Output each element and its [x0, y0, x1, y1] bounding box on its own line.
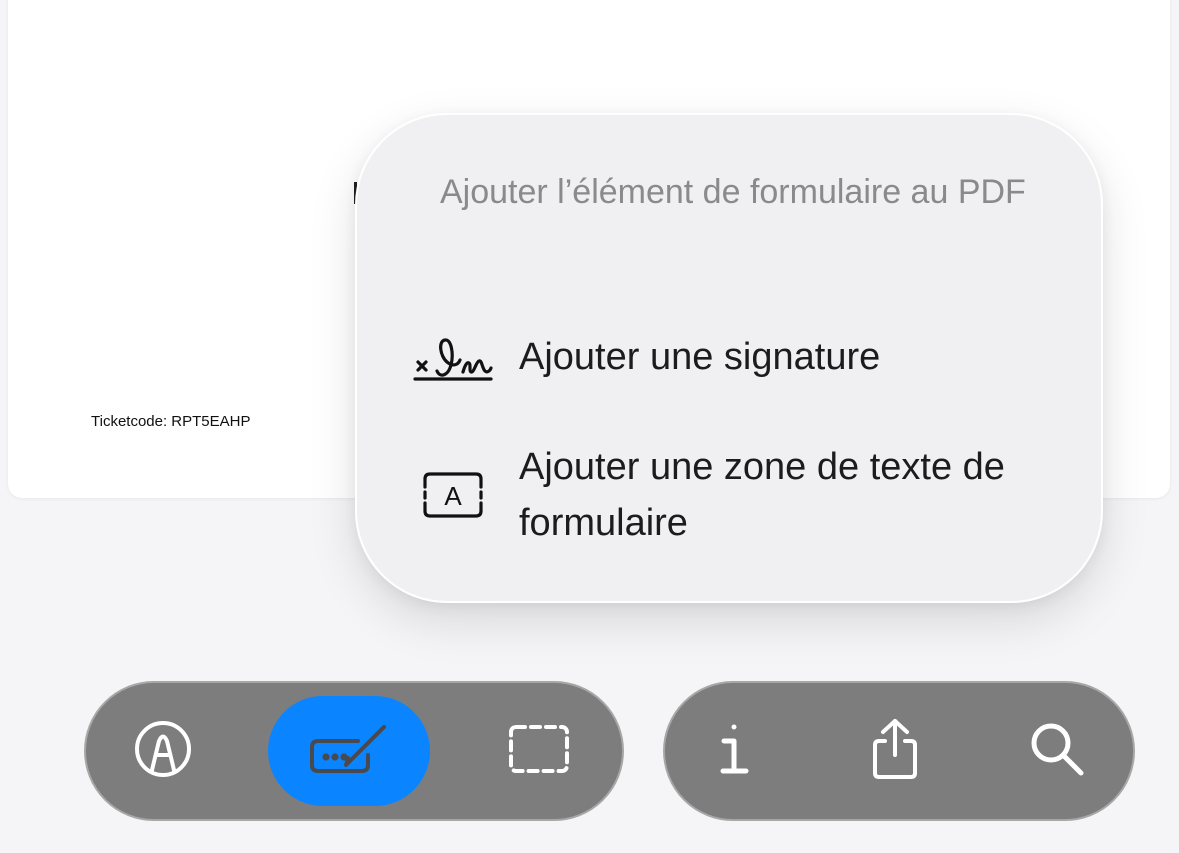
share-button[interactable] [840, 696, 950, 806]
editing-toolbar [84, 681, 624, 821]
text-box-icon: A [413, 467, 493, 528]
form-fill-button[interactable] [268, 696, 430, 806]
form-fill-icon [306, 721, 392, 782]
document-toolbar [663, 681, 1135, 821]
add-form-element-popover: Ajouter l’élément de formulaire au PDF A… [355, 113, 1103, 603]
info-icon [715, 721, 755, 782]
search-icon [1028, 720, 1086, 783]
ticket-code-text: Ticketcode: RPT5EAHP [91, 413, 251, 430]
add-text-field-menu-item[interactable]: A Ajouter une zone de texte de formulair… [357, 440, 1101, 550]
signature-icon [413, 331, 493, 392]
search-button[interactable] [1002, 696, 1112, 806]
markup-button[interactable] [108, 696, 218, 806]
popover-title: Ajouter l’élément de formulaire au PDF [440, 173, 1026, 211]
add-signature-label: Ajouter une signature [519, 336, 881, 378]
add-text-field-label: Ajouter une zone de texte de formulaire [519, 446, 1005, 544]
info-button[interactable] [680, 696, 790, 806]
share-icon [869, 717, 921, 786]
add-signature-menu-item[interactable]: Ajouter une signature [357, 325, 1101, 391]
selection-button[interactable] [484, 696, 594, 806]
markup-pen-icon [132, 718, 194, 785]
selection-icon [507, 723, 571, 780]
svg-text:A: A [444, 481, 462, 511]
